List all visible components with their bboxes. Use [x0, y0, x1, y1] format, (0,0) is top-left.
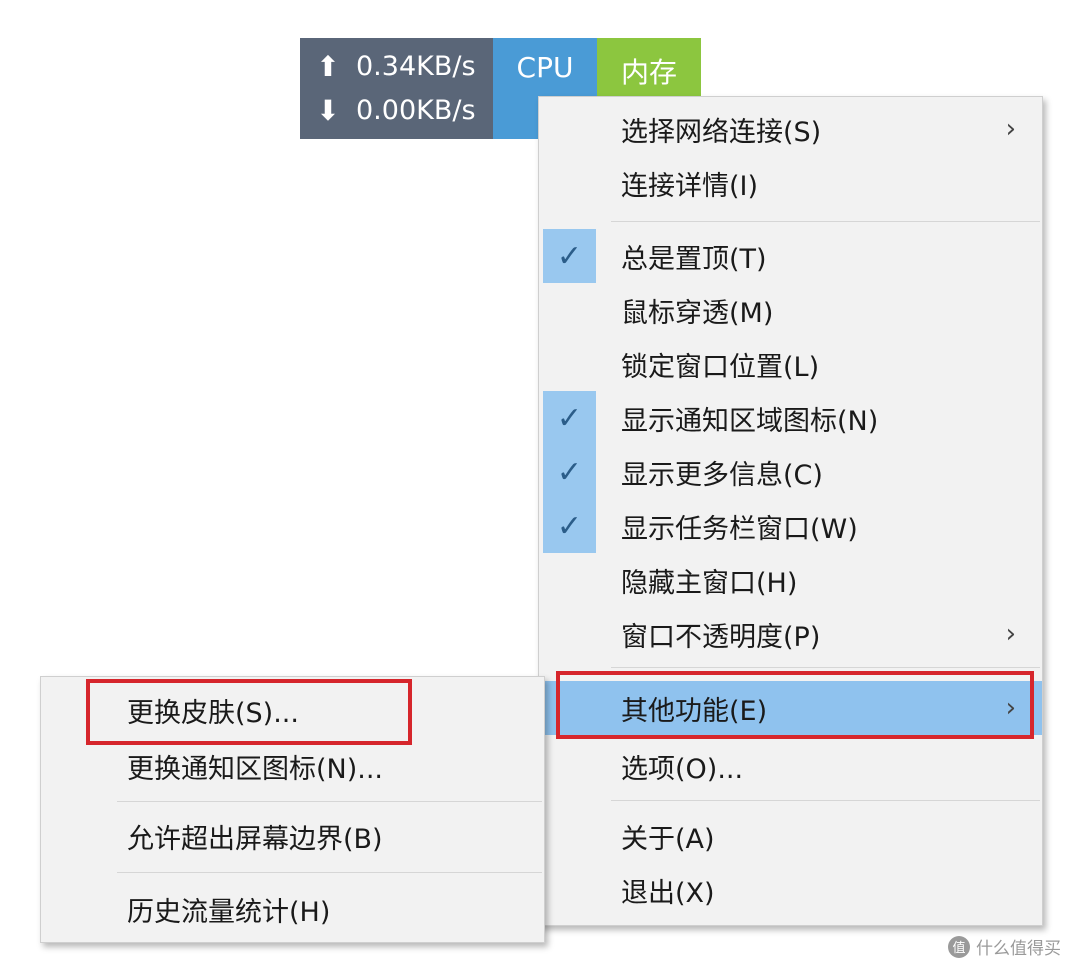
menu-item-label: 锁定窗口位置(L)	[621, 351, 820, 383]
watermark-logo-icon: 值	[948, 935, 970, 958]
menu-separator	[117, 872, 542, 873]
menu-item-about[interactable]: 关于(A)	[539, 809, 1042, 863]
submenu-item-allow-beyond-screen[interactable]: 允许超出屏幕边界(B)	[41, 809, 544, 863]
submenu-item-change-tray-icon[interactable]: 更换通知区图标(N)...	[41, 739, 544, 793]
menu-item-show-more-info[interactable]: ✓ 显示更多信息(C)	[539, 445, 1042, 499]
menu-item-label: 隐藏主窗口(H)	[621, 567, 798, 599]
menu-item-show-taskbar-window[interactable]: ✓ 显示任务栏窗口(W)	[539, 499, 1042, 553]
menu-item-show-tray-icon[interactable]: ✓ 显示通知区域图标(N)	[539, 391, 1042, 445]
menu-item-label: 更换通知区图标(N)...	[127, 753, 384, 785]
menu-item-label: 选项(O)...	[621, 753, 744, 785]
menu-item-label: 允许超出屏幕边界(B)	[127, 823, 383, 855]
check-icon: ✓	[543, 229, 596, 283]
menu-item-connection-details[interactable]: 连接详情(I)	[539, 156, 1042, 210]
menu-item-label: 连接详情(I)	[621, 170, 759, 202]
menu-item-label: 显示通知区域图标(N)	[621, 405, 879, 437]
context-menu: 选择网络连接(S) › 连接详情(I) ✓ 总是置顶(T) 鼠标穿透(M) 锁定…	[538, 96, 1043, 926]
check-icon: ✓	[543, 391, 596, 445]
menu-item-label: 选择网络连接(S)	[621, 116, 822, 148]
annotation-box-other-functions	[556, 671, 1034, 739]
chevron-right-icon: ›	[1005, 114, 1016, 144]
menu-item-select-network[interactable]: 选择网络连接(S) ›	[539, 102, 1042, 156]
menu-item-label: 总是置顶(T)	[621, 243, 767, 275]
watermark-text: 什么值得买	[976, 939, 1061, 959]
menu-item-label: 鼠标穿透(M)	[621, 297, 774, 329]
upload-speed: 0.34KB/s	[356, 51, 476, 82]
menu-item-lock-position[interactable]: 锁定窗口位置(L)	[539, 337, 1042, 391]
menu-item-label: 历史流量统计(H)	[127, 896, 331, 928]
watermark: 值 什么值得买	[948, 934, 1061, 959]
menu-item-exit[interactable]: 退出(X)	[539, 863, 1042, 917]
menu-item-options[interactable]: 选项(O)...	[539, 739, 1042, 793]
menu-separator	[611, 800, 1040, 801]
download-arrow-icon: ⬇	[316, 94, 340, 127]
menu-item-hide-main-window[interactable]: 隐藏主窗口(H)	[539, 553, 1042, 607]
upload-row: ⬆ 0.34KB/s	[300, 45, 493, 89]
download-row: ⬇ 0.00KB/s	[300, 89, 493, 133]
screenshot-stage: ⬆ 0.34KB/s ⬇ 0.00KB/s CPU 内存 选择网络连接(S) ›…	[0, 0, 1080, 976]
annotation-box-change-skin	[86, 679, 412, 745]
cpu-label: CPU	[516, 51, 574, 84]
menu-separator	[611, 221, 1040, 222]
chevron-right-icon: ›	[1005, 619, 1016, 649]
menu-item-label: 显示任务栏窗口(W)	[621, 513, 858, 545]
check-icon: ✓	[543, 499, 596, 553]
menu-separator	[611, 667, 1040, 668]
menu-item-label: 显示更多信息(C)	[621, 459, 823, 491]
menu-item-mouse-passthrough[interactable]: 鼠标穿透(M)	[539, 283, 1042, 337]
upload-arrow-icon: ⬆	[316, 50, 340, 83]
menu-item-always-on-top[interactable]: ✓ 总是置顶(T)	[539, 229, 1042, 283]
check-icon: ✓	[543, 445, 596, 499]
menu-item-label: 关于(A)	[621, 823, 715, 855]
menu-item-label: 窗口不透明度(P)	[621, 621, 821, 653]
menu-separator	[117, 801, 542, 802]
menu-item-label: 退出(X)	[621, 877, 715, 909]
download-speed: 0.00KB/s	[356, 95, 476, 126]
network-speed-panel: ⬆ 0.34KB/s ⬇ 0.00KB/s	[300, 38, 493, 139]
menu-item-window-opacity[interactable]: 窗口不透明度(P) ›	[539, 607, 1042, 661]
submenu-item-traffic-history[interactable]: 历史流量统计(H)	[41, 882, 544, 936]
memory-label: 内存	[620, 56, 677, 89]
